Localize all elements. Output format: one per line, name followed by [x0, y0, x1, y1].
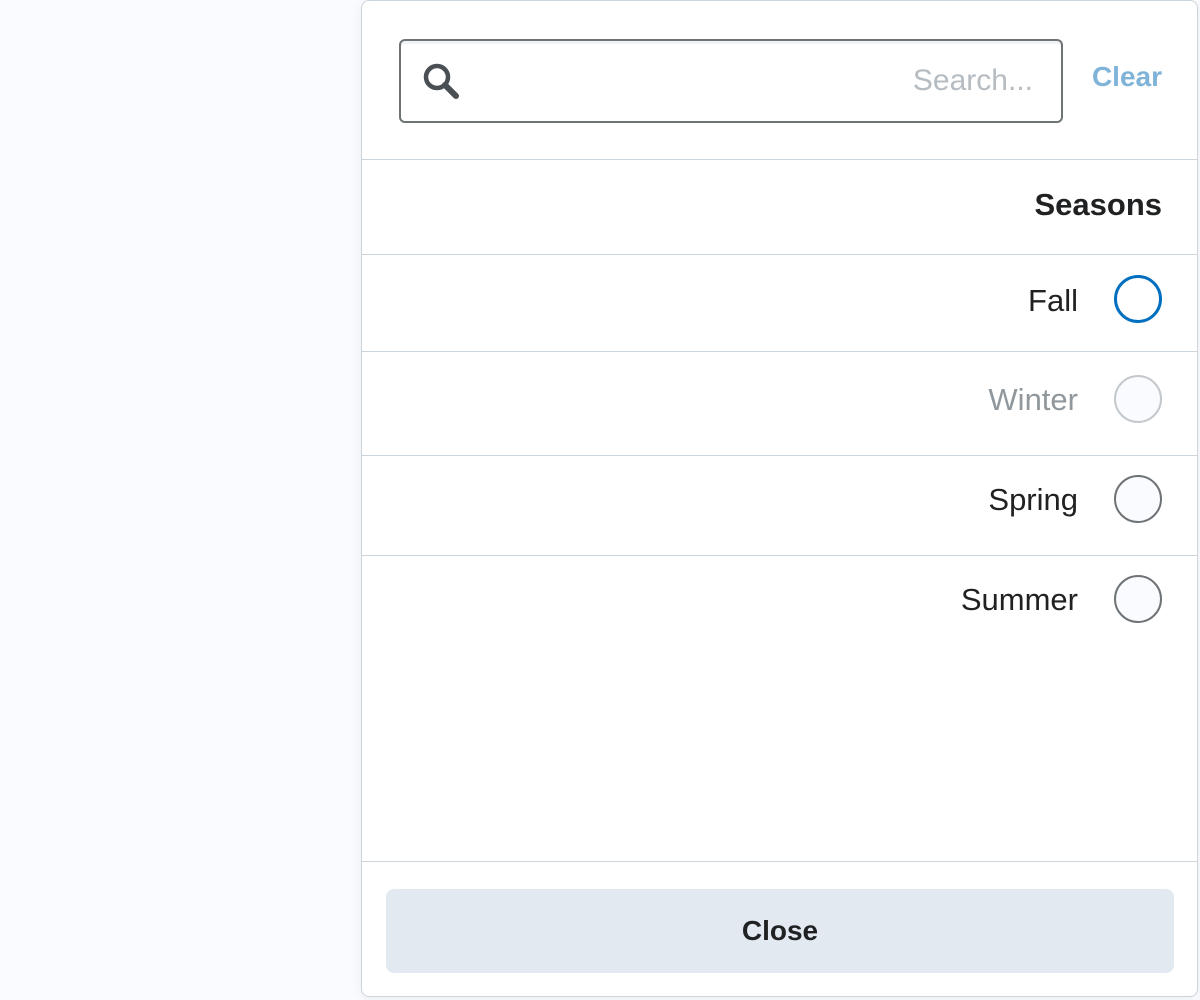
option-label-winter: Winter	[988, 382, 1078, 417]
search-input[interactable]	[477, 41, 1033, 121]
search-icon	[421, 61, 463, 103]
close-button[interactable]: Close	[386, 889, 1174, 973]
clear-link[interactable]: Clear	[1092, 61, 1162, 93]
filter-dropdown-panel: Clear Seasons Fall Winter Spring Summer …	[361, 0, 1198, 997]
radio-button-spring[interactable]	[1114, 475, 1162, 523]
option-row-spring[interactable]: Spring	[362, 456, 1197, 556]
search-box[interactable]	[399, 39, 1063, 123]
radio-button-summer[interactable]	[1114, 575, 1162, 623]
option-row-winter: Winter	[362, 352, 1197, 456]
option-label-spring: Spring	[988, 482, 1078, 517]
option-row-fall[interactable]: Fall	[362, 255, 1197, 352]
section-title: Seasons	[1034, 187, 1162, 222]
option-row-summer[interactable]: Summer	[362, 556, 1197, 656]
option-label-summer: Summer	[960, 582, 1078, 617]
dropdown-footer: Close	[362, 861, 1197, 996]
radio-button-winter	[1114, 375, 1162, 423]
radio-button-fall[interactable]	[1114, 275, 1162, 323]
search-area: Clear	[362, 1, 1197, 160]
option-label-fall: Fall	[1028, 283, 1078, 318]
section-header: Seasons	[362, 160, 1197, 255]
